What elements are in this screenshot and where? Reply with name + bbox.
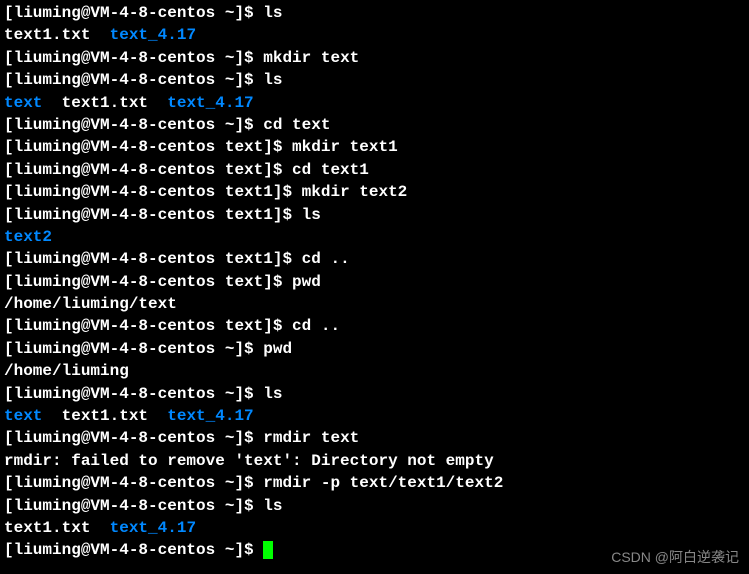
watermark: CSDN @阿白逆袭记: [611, 548, 739, 568]
command-text: mkdir text: [263, 49, 359, 67]
output-text: /home/liuming/text: [4, 295, 177, 313]
shell-prompt: [liuming@VM-4-8-centos ~]$: [4, 497, 263, 515]
terminal-line: /home/liuming: [4, 360, 745, 382]
shell-prompt: [liuming@VM-4-8-centos ~]$: [4, 49, 263, 67]
command-text: cd text: [263, 116, 330, 134]
shell-prompt: [liuming@VM-4-8-centos ~]$: [4, 340, 263, 358]
shell-prompt: [liuming@VM-4-8-centos ~]$: [4, 429, 263, 447]
command-text: cd ..: [292, 317, 340, 335]
terminal-line: [liuming@VM-4-8-centos ~]$ ls: [4, 495, 745, 517]
terminal-line: [liuming@VM-4-8-centos text1]$ ls: [4, 204, 745, 226]
output-text: text1.txt: [42, 407, 167, 425]
terminal-line: [liuming@VM-4-8-centos ~]$ pwd: [4, 338, 745, 360]
terminal-line: rmdir: failed to remove 'text': Director…: [4, 450, 745, 472]
terminal-line: text2: [4, 226, 745, 248]
shell-prompt: [liuming@VM-4-8-centos text]$: [4, 273, 292, 291]
shell-prompt: [liuming@VM-4-8-centos ~]$: [4, 4, 263, 22]
terminal-line: text text1.txt text_4.17: [4, 405, 745, 427]
terminal-line: [liuming@VM-4-8-centos text1]$ cd ..: [4, 248, 745, 270]
shell-prompt: [liuming@VM-4-8-centos ~]$: [4, 385, 263, 403]
terminal-line: [liuming@VM-4-8-centos text1]$ mkdir tex…: [4, 181, 745, 203]
command-text: pwd: [292, 273, 321, 291]
output-text: text1.txt: [4, 26, 110, 44]
terminal-line: [liuming@VM-4-8-centos ~]$ rmdir -p text…: [4, 472, 745, 494]
terminal-line: text text1.txt text_4.17: [4, 92, 745, 114]
command-text: ls: [263, 71, 282, 89]
command-text: rmdir -p text/text1/text2: [263, 474, 503, 492]
cursor-icon: [263, 541, 273, 559]
directory-name: text: [4, 407, 42, 425]
directory-name: text2: [4, 228, 52, 246]
shell-prompt: [liuming@VM-4-8-centos ~]$: [4, 541, 263, 559]
terminal-line: [liuming@VM-4-8-centos ~]$ rmdir text: [4, 427, 745, 449]
command-text: cd text1: [292, 161, 369, 179]
terminal-line: [liuming@VM-4-8-centos ~]$ ls: [4, 383, 745, 405]
shell-prompt: [liuming@VM-4-8-centos ~]$: [4, 71, 263, 89]
terminal-line: text1.txt text_4.17: [4, 517, 745, 539]
command-text: ls: [263, 4, 282, 22]
command-text: mkdir text1: [292, 138, 398, 156]
command-text: rmdir text: [263, 429, 359, 447]
shell-prompt: [liuming@VM-4-8-centos text]$: [4, 138, 292, 156]
terminal-line: [liuming@VM-4-8-centos ~]$ cd text: [4, 114, 745, 136]
shell-prompt: [liuming@VM-4-8-centos text1]$: [4, 206, 302, 224]
terminal-line: /home/liuming/text: [4, 293, 745, 315]
terminal-line: [liuming@VM-4-8-centos text]$ cd ..: [4, 315, 745, 337]
terminal-line: text1.txt text_4.17: [4, 24, 745, 46]
directory-name: text: [4, 94, 42, 112]
terminal-line: [liuming@VM-4-8-centos text]$ pwd: [4, 271, 745, 293]
output-text: rmdir: failed to remove 'text': Director…: [4, 452, 494, 470]
command-text: pwd: [263, 340, 292, 358]
terminal-line: [liuming@VM-4-8-centos text]$ mkdir text…: [4, 136, 745, 158]
command-text: ls: [263, 497, 282, 515]
directory-name: text_4.17: [167, 407, 253, 425]
shell-prompt: [liuming@VM-4-8-centos text]$: [4, 317, 292, 335]
command-text: cd ..: [302, 250, 350, 268]
shell-prompt: [liuming@VM-4-8-centos ~]$: [4, 474, 263, 492]
terminal-line: [liuming@VM-4-8-centos ~]$ mkdir text: [4, 47, 745, 69]
shell-prompt: [liuming@VM-4-8-centos text]$: [4, 161, 292, 179]
terminal-line: [liuming@VM-4-8-centos text]$ cd text1: [4, 159, 745, 181]
directory-name: text_4.17: [167, 94, 253, 112]
output-text: text1.txt: [42, 94, 167, 112]
terminal-output[interactable]: [liuming@VM-4-8-centos ~]$ lstext1.txt t…: [4, 2, 745, 562]
directory-name: text_4.17: [110, 519, 196, 537]
shell-prompt: [liuming@VM-4-8-centos text1]$: [4, 183, 302, 201]
command-text: ls: [302, 206, 321, 224]
directory-name: text_4.17: [110, 26, 196, 44]
output-text: text1.txt: [4, 519, 110, 537]
command-text: ls: [263, 385, 282, 403]
output-text: /home/liuming: [4, 362, 129, 380]
command-text: mkdir text2: [302, 183, 408, 201]
terminal-line: [liuming@VM-4-8-centos ~]$ ls: [4, 2, 745, 24]
shell-prompt: [liuming@VM-4-8-centos text1]$: [4, 250, 302, 268]
shell-prompt: [liuming@VM-4-8-centos ~]$: [4, 116, 263, 134]
terminal-line: [liuming@VM-4-8-centos ~]$ ls: [4, 69, 745, 91]
